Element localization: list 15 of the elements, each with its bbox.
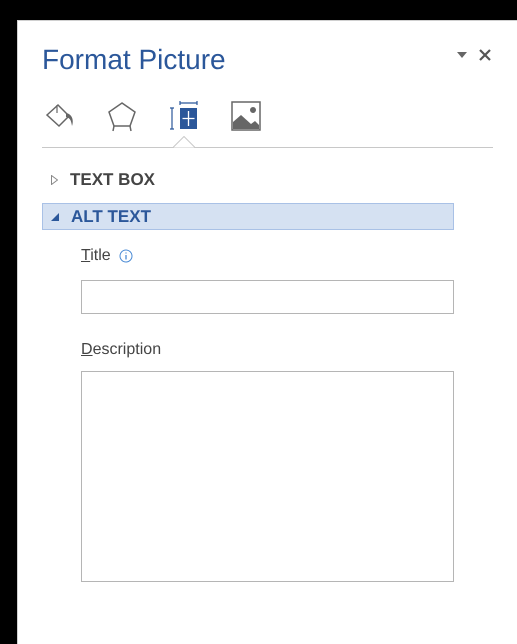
dropdown-caret-icon[interactable] bbox=[457, 52, 467, 58]
info-icon[interactable] bbox=[118, 249, 133, 263]
section-header[interactable]: TEXT BOX bbox=[42, 166, 454, 193]
title-input[interactable] bbox=[81, 280, 454, 314]
section-header[interactable]: ALT TEXT bbox=[42, 203, 454, 230]
image-icon[interactable] bbox=[230, 100, 262, 132]
close-icon[interactable] bbox=[479, 49, 491, 61]
pane-title: Format Picture bbox=[42, 43, 226, 77]
field-label: Description bbox=[81, 340, 162, 360]
description-input[interactable] bbox=[81, 371, 454, 582]
pentagon-icon[interactable] bbox=[106, 100, 138, 132]
size-position-icon[interactable] bbox=[168, 100, 200, 132]
collapsed-triangle-icon bbox=[51, 174, 58, 184]
field-label: Title bbox=[81, 246, 111, 266]
expanded-triangle-icon bbox=[51, 212, 59, 220]
